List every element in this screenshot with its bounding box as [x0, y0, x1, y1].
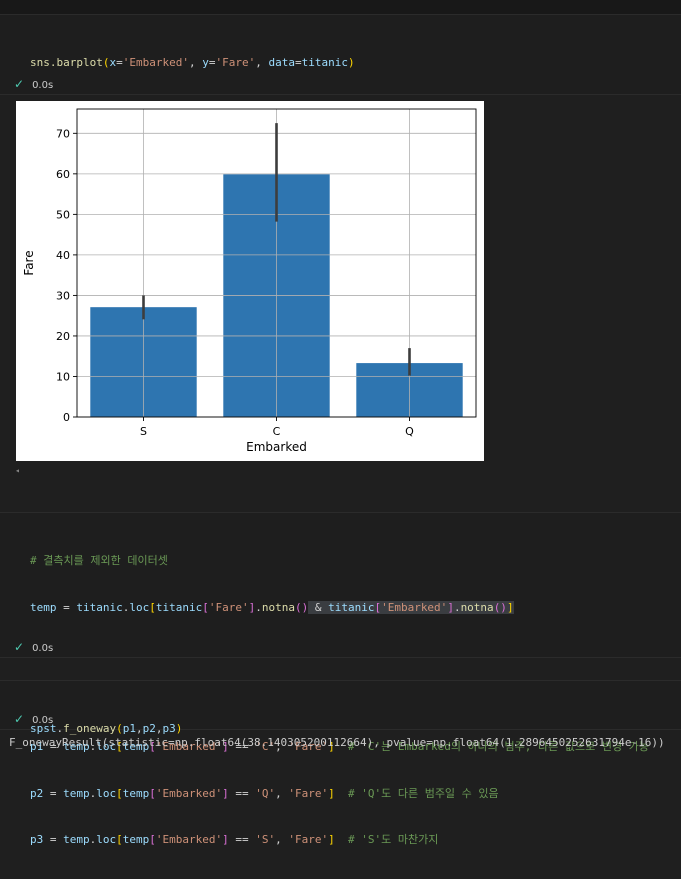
y-axis-label: Fare — [22, 250, 36, 275]
code-line: p3 = temp.loc[temp['Embarked'] == 'S', '… — [30, 833, 439, 846]
code-cell-2[interactable]: # 결측치를 제외한 데이터셋 temp = titanic.loc[titan… — [0, 512, 681, 846]
y-tick-label: 30 — [56, 289, 70, 302]
code-line: # 결측치를 제외한 데이터셋 — [30, 554, 168, 567]
x-tick-label: C — [273, 425, 281, 438]
scroll-left-icon[interactable]: ◂ — [15, 466, 20, 475]
x-tick-label: S — [140, 425, 147, 438]
notebook-top-bar — [0, 0, 681, 15]
y-tick-label: 40 — [56, 249, 70, 262]
check-icon: ✓ — [14, 712, 25, 726]
code-cell-1[interactable]: sns.barplot(x='Embarked', y='Fare', data… — [0, 14, 681, 162]
x-tick-label: Q — [405, 425, 414, 438]
code-line: temp = titanic.loc[titanic['Fare'].notna… — [30, 600, 514, 614]
exec-time: 0.0s — [32, 80, 54, 91]
check-icon: ✓ — [14, 77, 25, 91]
check-icon: ✓ — [14, 640, 25, 654]
exec-time: 0.0s — [32, 643, 54, 654]
cell-status-3: ✓ 0.0s — [14, 712, 53, 726]
code-cell-3[interactable]: spst.f_oneway(p1,p2,p3) ✓ 0.0s — [0, 680, 681, 735]
bar-chart: 0 10 20 30 40 50 60 70 S C Q Embarked Fare — [22, 108, 477, 454]
y-tick-label: 20 — [56, 330, 70, 343]
code-line: sns.barplot(x='Embarked', y='Fare', data… — [30, 56, 355, 69]
cell-output-text: F_onewayResult(statistic=np.float64(38.1… — [9, 736, 665, 749]
exec-time: 0.0s — [32, 715, 54, 726]
y-tick-label: 50 — [56, 208, 70, 221]
plot-output: 0 10 20 30 40 50 60 70 S C Q Embarked Fare — [16, 101, 484, 461]
code-editor-3[interactable]: spst.f_oneway(p1,p2,p3) — [30, 690, 182, 768]
y-tick-label: 70 — [56, 127, 70, 140]
cell-status-2: ✓ 0.0s — [14, 640, 53, 654]
x-axis-label: Embarked — [246, 440, 307, 454]
y-tick-label: 60 — [56, 168, 70, 181]
y-tick-label: 10 — [56, 370, 70, 383]
y-tick-label: 0 — [63, 411, 70, 424]
code-line: p2 = temp.loc[temp['Embarked'] == 'Q', '… — [30, 786, 499, 800]
cell-status-1: ✓ 0.0s — [14, 77, 53, 91]
